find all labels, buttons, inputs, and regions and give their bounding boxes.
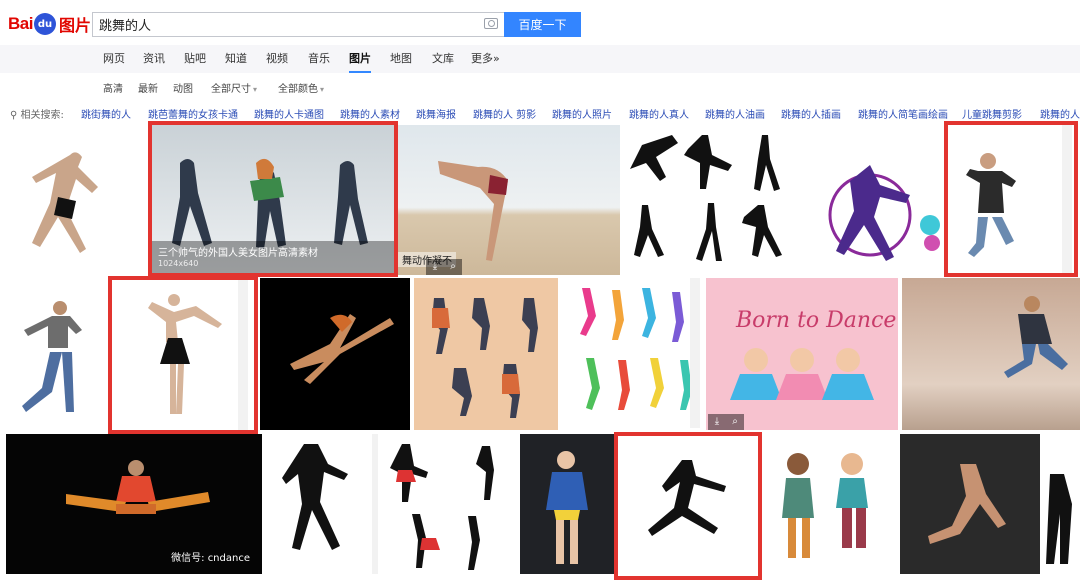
image-result[interactable] — [264, 434, 370, 574]
image-caption: 三个帅气的外国人美女图片高清素材 1024x640 — [150, 241, 396, 275]
image-result[interactable] — [948, 125, 1076, 275]
dancer-figure — [22, 301, 82, 412]
filter-size-dropdown[interactable]: 全部尺寸 ▾ — [211, 80, 257, 95]
retro-dancers-figure — [432, 298, 538, 418]
image-result[interactable]: 微信号: cndance — [6, 434, 262, 574]
silhouettes-figure — [630, 135, 782, 261]
girl-dancer-figure — [546, 451, 588, 564]
tab-more[interactable]: 更多» — [471, 45, 500, 73]
image-result[interactable] — [260, 278, 410, 430]
tab-zhidao[interactable]: 知道 — [225, 45, 247, 73]
top-bar: Bai du 图片 百度一下 — [0, 0, 1080, 42]
tab-news[interactable]: 资讯 — [143, 45, 165, 73]
image-result[interactable] — [800, 125, 946, 275]
image-result[interactable]: Born to Dance ⤓ ⌕ — [706, 278, 898, 430]
leaping-dancer-figure — [290, 314, 394, 384]
related-item[interactable]: 跳舞的人照片 — [552, 106, 612, 121]
image-result[interactable] — [372, 434, 518, 574]
image-result[interactable] — [112, 280, 254, 430]
silhouette-partial — [1046, 474, 1072, 564]
zoom-icon[interactable]: ⌕ — [726, 414, 744, 430]
image-result[interactable] — [520, 434, 614, 574]
jumping-man-figure — [966, 153, 1016, 257]
born-to-dance-text: Born to Dance — [736, 308, 897, 333]
zoom-icon[interactable]: ⌕ — [444, 259, 462, 275]
image-result[interactable]: 舞动作凝不 ⤓ ⌕ — [398, 125, 620, 275]
chevron-down-icon: ▾ — [320, 85, 325, 94]
related-item[interactable]: 跳舞的人 — [1040, 106, 1080, 121]
related-item[interactable]: 跳芭蕾舞的女孩卡通 — [148, 106, 238, 121]
related-item[interactable]: 跳舞的人真人 — [629, 106, 689, 121]
related-item[interactable]: 跳舞的人油画 — [705, 106, 765, 121]
image-result[interactable] — [0, 278, 108, 428]
image-result[interactable] — [0, 125, 148, 275]
leaping-man-silhouette — [648, 460, 726, 536]
related-item[interactable]: 跳街舞的人 — [81, 106, 131, 121]
search-icon: ⚲ — [10, 110, 18, 121]
download-icon[interactable]: ⤓ — [426, 259, 444, 275]
ballerina-figure — [148, 294, 222, 414]
related-item[interactable]: 跳舞的人插画 — [781, 106, 841, 121]
image-border — [238, 280, 248, 430]
search-input[interactable] — [93, 13, 475, 36]
image-result[interactable] — [900, 434, 1040, 574]
tab-video[interactable]: 视频 — [266, 45, 288, 73]
tab-music[interactable]: 音乐 — [308, 45, 330, 73]
chevron-down-icon: ▾ — [253, 85, 258, 94]
filter-color-dropdown[interactable]: 全部颜色 ▾ — [278, 80, 324, 95]
image-result[interactable] — [902, 278, 1080, 430]
image-result[interactable] — [622, 125, 800, 275]
related-searches: ⚲ 相关搜索: 跳街舞的人 跳芭蕾舞的女孩卡通 跳舞的人卡通图 跳舞的人素材 跳… — [0, 104, 1080, 122]
image-border — [372, 434, 378, 574]
image-result[interactable] — [764, 434, 896, 574]
tab-tieba[interactable]: 贴吧 — [184, 45, 206, 73]
camera-icon[interactable] — [484, 18, 498, 29]
tab-wenku[interactable]: 文库 — [432, 45, 454, 73]
related-item[interactable]: 跳舞海报 — [416, 106, 456, 121]
logo-text: Bai — [8, 14, 33, 33]
wechat-watermark: 微信号: cndance — [171, 553, 250, 564]
related-item[interactable]: 儿童跳舞剪影 — [962, 106, 1022, 121]
ballerina-girls-figure — [730, 348, 874, 400]
image-border — [690, 278, 700, 428]
related-item[interactable]: 跳舞的人卡通图 — [254, 106, 324, 121]
filter-latest[interactable]: 最新 — [138, 80, 158, 95]
related-item[interactable]: 跳舞的人 剪影 — [473, 106, 536, 121]
jumping-man-figure — [1004, 296, 1068, 378]
image-result[interactable] — [414, 278, 558, 430]
search-box — [92, 12, 504, 37]
nav-bar: 网页 资讯 贴吧 知道 视频 音乐 图片 地图 文库 更多» — [0, 45, 1080, 73]
paw-icon: du — [33, 13, 56, 35]
cartoon-kids-figure — [782, 453, 868, 558]
baidu-images-logo[interactable]: Bai du 图片 — [8, 12, 91, 36]
related-item[interactable]: 跳舞的人简笔画绘画 — [858, 106, 948, 121]
related-item[interactable]: 跳舞的人素材 — [340, 106, 400, 121]
contemporary-dancer-figure — [928, 464, 1006, 544]
tab-web[interactable]: 网页 — [103, 45, 125, 73]
filter-bar: 高清 最新 动图 全部尺寸 ▾ 全部颜色 ▾ — [0, 75, 1080, 99]
dancer-silhouette — [282, 444, 348, 550]
logo-images-text: 图片 — [58, 16, 91, 35]
dancer-figure — [32, 152, 98, 253]
image-border — [1062, 125, 1072, 275]
tab-map[interactable]: 地图 — [390, 45, 412, 73]
image-result[interactable] — [1042, 434, 1080, 574]
filter-hd[interactable]: 高清 — [103, 80, 123, 95]
tab-images[interactable]: 图片 — [349, 45, 371, 73]
search-button[interactable]: 百度一下 — [504, 12, 581, 37]
purple-dancer-figure — [828, 165, 940, 261]
download-icon[interactable]: ⤓ — [708, 414, 726, 430]
image-result[interactable] — [572, 278, 706, 428]
image-result[interactable]: 三个帅气的外国人美女图片高清素材 1024x640 — [150, 123, 396, 275]
colorful-silhouettes-figure — [580, 288, 692, 410]
image-result[interactable] — [620, 436, 758, 574]
couple-dancers-figure — [390, 444, 494, 570]
related-label: ⚲ 相关搜索: — [10, 110, 64, 121]
filter-animated[interactable]: 动图 — [173, 80, 193, 95]
